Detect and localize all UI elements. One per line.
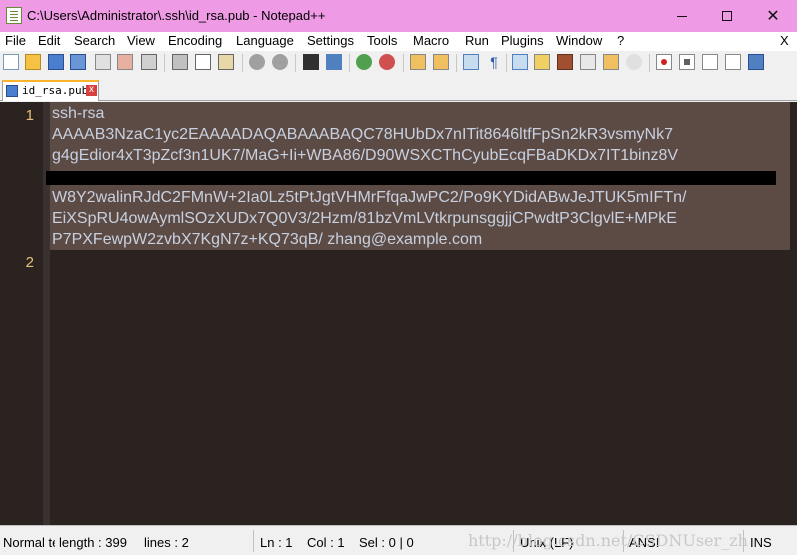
toolbar: ¶: [0, 51, 797, 75]
status-bar: Normal te length : 399 lines : 2 Ln : 1 …: [0, 525, 797, 555]
save-macro-icon[interactable]: [748, 54, 764, 70]
minimize-icon: [677, 15, 687, 17]
tab-id-rsa-pub[interactable]: id_rsa.pub x: [2, 80, 99, 101]
toolbar-separator: [403, 54, 404, 72]
toolbar-separator: [295, 54, 296, 72]
show-all-characters-icon[interactable]: ¶: [486, 54, 502, 70]
status-separator: [253, 530, 254, 552]
menu-bar: File Edit Search View Encoding Language …: [0, 32, 797, 51]
menu-run[interactable]: Run: [465, 33, 489, 48]
close-icon: ✕: [766, 8, 780, 25]
editor-area[interactable]: 1 2 ssh-rsa AAAAB3NzaC1yc2EAAAADAQABAAAB…: [0, 102, 797, 525]
code-line: g4gEdior4xT3pZcf3n1UK7/MaG+Ii+WBA86/D90W…: [52, 147, 679, 164]
tab-bar: id_rsa.pub x: [0, 75, 797, 101]
code-line: ssh-rsa: [52, 105, 105, 122]
toolbar-separator: [506, 54, 507, 72]
doc-map-icon[interactable]: [557, 54, 573, 70]
monitoring-icon[interactable]: [626, 54, 642, 70]
status-mode: INS: [750, 535, 772, 550]
close-all-icon[interactable]: [117, 54, 133, 70]
paste-icon[interactable]: [218, 54, 234, 70]
line-number: 1: [25, 107, 34, 124]
save-icon[interactable]: [48, 54, 64, 70]
close-button[interactable]: ✕: [750, 0, 796, 32]
language-icon[interactable]: [534, 54, 550, 70]
saved-file-icon: [6, 85, 18, 97]
zoom-in-icon[interactable]: [356, 54, 372, 70]
zoom-out-icon[interactable]: [379, 54, 395, 70]
menu-plugins[interactable]: Plugins: [501, 33, 544, 48]
code-line: AAAAB3NzaC1yc2EAAAADAQABAAABAQC78HUbDx7n…: [52, 126, 673, 143]
watermark: http://blog.csdn.net/CSDNUser_zh: [468, 531, 748, 550]
code-line: P7PXFewpW2zvbX7KgN7z+KQ73qB/ zhang@examp…: [52, 231, 483, 248]
undo-icon[interactable]: [249, 54, 265, 70]
menu-help[interactable]: ?: [617, 33, 624, 48]
tab-close-icon[interactable]: x: [86, 85, 97, 96]
redaction-bar: [46, 171, 776, 185]
maximize-icon: [722, 11, 732, 21]
toolbar-separator: [456, 54, 457, 72]
menu-file[interactable]: File: [5, 33, 26, 48]
status-col: Col : 1: [307, 535, 345, 550]
sync-vertical-icon[interactable]: [410, 54, 426, 70]
menu-view[interactable]: View: [127, 33, 155, 48]
open-file-icon[interactable]: [25, 54, 41, 70]
redo-icon[interactable]: [272, 54, 288, 70]
function-list-icon[interactable]: [580, 54, 596, 70]
word-wrap-icon[interactable]: [463, 54, 479, 70]
status-doc-type: Normal te: [3, 535, 55, 550]
record-macro-icon[interactable]: [656, 54, 672, 70]
toolbar-separator: [349, 54, 350, 72]
find-icon[interactable]: [303, 54, 319, 70]
title-bar: C:\Users\Administrator\.ssh\id_rsa.pub -…: [0, 0, 797, 32]
cut-icon[interactable]: [172, 54, 188, 70]
menu-macro[interactable]: Macro: [413, 33, 449, 48]
menu-search[interactable]: Search: [74, 33, 115, 48]
folder-workspace-icon[interactable]: [603, 54, 619, 70]
line-number-gutter: 1 2: [0, 102, 43, 525]
close-file-icon[interactable]: [95, 54, 111, 70]
print-icon[interactable]: [141, 54, 157, 70]
toolbar-separator: [649, 54, 650, 72]
copy-icon[interactable]: [195, 54, 211, 70]
menu-edit[interactable]: Edit: [38, 33, 60, 48]
status-length: length : 399: [59, 535, 127, 550]
indent-guide-icon[interactable]: [512, 54, 528, 70]
menu-settings[interactable]: Settings: [307, 33, 354, 48]
sync-horizontal-icon[interactable]: [433, 54, 449, 70]
menu-encoding[interactable]: Encoding: [168, 33, 222, 48]
new-file-icon[interactable]: [3, 54, 19, 70]
play-macro-icon[interactable]: [702, 54, 718, 70]
toolbar-separator: [242, 54, 243, 72]
line-number: 2: [25, 254, 34, 271]
menu-tools[interactable]: Tools: [367, 33, 397, 48]
close-document-button[interactable]: X: [780, 33, 789, 48]
maximize-button[interactable]: [704, 0, 750, 32]
code-line: W8Y2walinRJdC2FMnW+2Ia0Lz5tPtJgtVHMrFfqa…: [52, 189, 687, 206]
status-ln: Ln : 1: [260, 535, 293, 550]
notepad-icon: [6, 7, 22, 24]
status-sel: Sel : 0 | 0: [359, 535, 414, 550]
minimize-button[interactable]: [659, 0, 705, 32]
toolbar-separator: [164, 54, 165, 72]
code-line: EiXSpRU4owAymlSOzXUDx7Q0V3/2Hzm/81bzVmLV…: [52, 210, 677, 227]
replace-icon[interactable]: [326, 54, 342, 70]
run-macro-multiple-icon[interactable]: [725, 54, 741, 70]
fold-margin[interactable]: [43, 102, 50, 525]
status-lines: lines : 2: [144, 535, 189, 550]
stop-macro-icon[interactable]: [679, 54, 695, 70]
tab-label: id_rsa.pub: [22, 84, 89, 97]
save-all-icon[interactable]: [70, 54, 86, 70]
window-title: C:\Users\Administrator\.ssh\id_rsa.pub -…: [27, 8, 326, 23]
menu-language[interactable]: Language: [236, 33, 294, 48]
menu-window[interactable]: Window: [556, 33, 602, 48]
